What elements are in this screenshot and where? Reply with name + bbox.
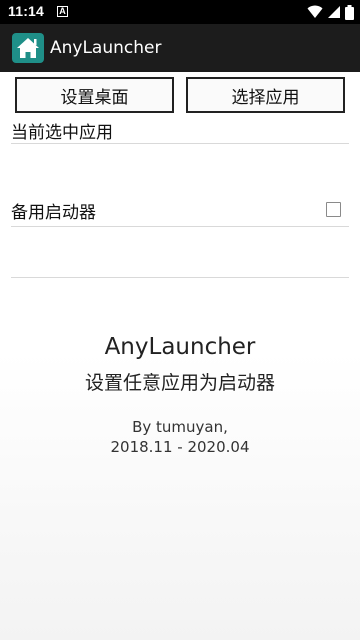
about-tagline: 设置任意应用为启动器 [84,372,275,394]
backup-launcher-label: 备用启动器 [11,203,96,223]
divider [11,277,349,278]
divider [11,143,349,144]
divider [11,226,349,227]
wifi-icon [307,5,323,18]
home-launcher-icon [12,33,44,63]
current-app-label: 当前选中应用 [11,123,113,143]
signal-icon [328,6,340,18]
about-app-name: AnyLauncher [104,334,256,360]
notification-icon: A [57,6,68,17]
backup-launcher-checkbox[interactable] [326,202,341,217]
select-app-button[interactable]: 选择应用 [186,77,345,113]
app-title: AnyLauncher [50,38,162,58]
status-time: 11:14 [8,3,45,19]
set-desktop-button[interactable]: 设置桌面 [15,77,174,113]
battery-icon [345,4,354,20]
about-author: By tumuyan, [132,418,228,436]
status-icons [307,0,354,24]
status-bar: 11:14 A [0,0,360,24]
app-bar: AnyLauncher [0,24,360,72]
about-date-range: 2018.11 - 2020.04 [110,438,250,456]
